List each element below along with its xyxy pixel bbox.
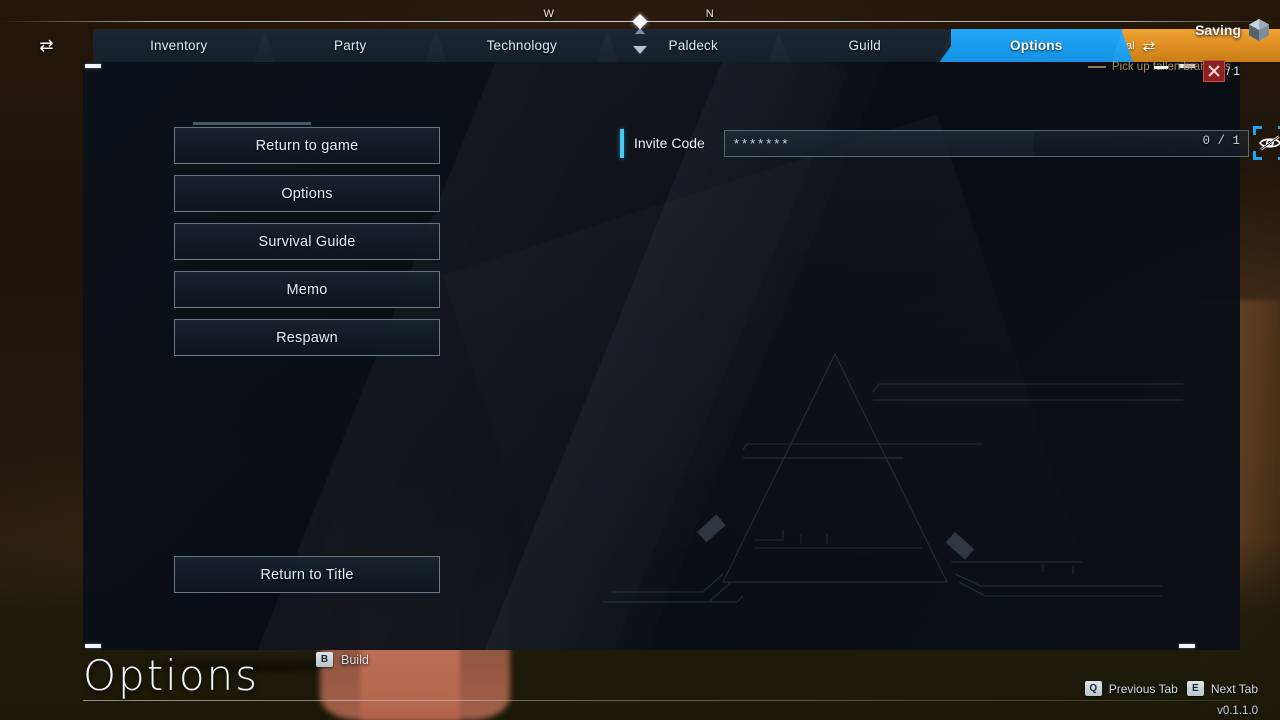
swap-icon[interactable]: ⇄ — [0, 29, 93, 62]
tab-label: Options — [1010, 38, 1063, 53]
tab-label: Technology — [486, 38, 557, 53]
tab-guild[interactable]: Guild — [779, 29, 951, 62]
key-e[interactable]: E — [1186, 681, 1204, 696]
menu-button-memo[interactable]: Memo — [174, 271, 440, 308]
panel-corner-top-left — [85, 64, 101, 68]
menu-button-options[interactable]: Options — [174, 175, 440, 212]
status-swap-icon[interactable]: ⇄ — [1143, 37, 1156, 55]
compass-center-diamond-icon — [632, 13, 648, 30]
previous-tab-hint[interactable]: Q Previous Tab — [1084, 681, 1178, 696]
key-b[interactable]: B — [316, 652, 333, 667]
panel-corner-bottom-right — [1179, 644, 1195, 648]
compass-tick-w: W — [543, 8, 555, 20]
hint-dash-icon — [1087, 65, 1106, 68]
page-title: Options — [83, 655, 259, 697]
tab-party[interactable]: Party — [264, 29, 436, 62]
selection-bracket-bl — [1253, 151, 1262, 160]
saving-indicator: Saving — [1195, 18, 1270, 42]
item-badge-row: / 1 — [1180, 60, 1240, 82]
build-keybind-hint: B Build — [316, 652, 369, 667]
tab-label: Guild — [848, 38, 881, 53]
hud-dash-marker — [1154, 66, 1168, 69]
cube-spinner-icon — [1248, 18, 1270, 42]
compass-tick-n: N — [705, 8, 715, 20]
item-hud: / 1 0 / 1 — [1154, 60, 1240, 148]
next-tab-label: Next Tab — [1210, 681, 1258, 696]
menu-button-return-to-game[interactable]: Return to game — [174, 127, 440, 164]
panel-corner-bottom-left — [85, 644, 101, 648]
invite-code-input[interactable]: ******* — [724, 129, 1034, 157]
item-count: / 1 — [1226, 64, 1240, 78]
tab-technology[interactable]: Technology — [436, 29, 608, 62]
previous-tab-label: Previous Tab — [1108, 681, 1178, 696]
tab-bar: ⇄ Inventory Party Technology Paldeck Guild Op… — [0, 29, 1280, 62]
page-title-text: Options — [83, 651, 260, 700]
tab-label: Inventory — [150, 38, 208, 53]
build-label: Build — [341, 652, 369, 667]
next-tab-hint[interactable]: E Next Tab — [1186, 681, 1258, 696]
tab-label: Party — [333, 38, 367, 53]
invite-code-label: Invite Code — [634, 135, 705, 151]
tab-label: Paldeck — [668, 38, 718, 53]
key-q[interactable]: Q — [1084, 681, 1102, 696]
toggle-visibility-button[interactable] — [1253, 126, 1280, 160]
return-to-title-button[interactable]: Return to Title — [174, 556, 440, 593]
tab-options[interactable]: Options — [950, 29, 1122, 62]
compass: W N — [0, 0, 1280, 30]
x-mark-icon — [1202, 60, 1225, 82]
title-underline — [83, 700, 1240, 701]
main-menu-list: Return to game Options Survival Guide Memo R… — [174, 127, 440, 367]
eye-slash-icon — [1259, 135, 1280, 151]
tab-navigation-hints: Q Previous Tab E Next Tab — [1084, 681, 1258, 696]
selection-bracket-tl — [1253, 126, 1262, 135]
return-to-title-wrap: Return to Title — [174, 556, 440, 604]
invite-code-accent-bar — [620, 128, 624, 158]
menu-button-respawn[interactable]: Respawn — [174, 319, 440, 356]
tab-paldeck[interactable]: Paldeck — [607, 29, 779, 62]
slot-count: 0 / 1 — [1202, 134, 1240, 148]
version-label: v0.1.1.0 — [1217, 705, 1258, 717]
tab-inventory[interactable]: Inventory — [93, 29, 265, 62]
menu-button-survival-guide[interactable]: Survival Guide — [174, 223, 440, 260]
saving-label: Saving — [1195, 22, 1241, 38]
tab-list: Inventory Party Technology Paldeck Guild Opti… — [93, 29, 1122, 62]
scroll-track[interactable] — [193, 122, 311, 125]
